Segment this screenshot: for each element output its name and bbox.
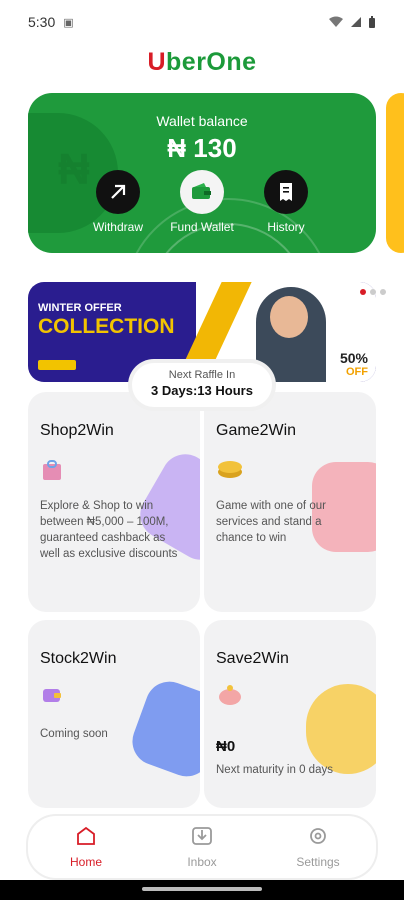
tab-settings[interactable]: Settings [278, 825, 358, 869]
banner-line2: COLLECTION [38, 315, 175, 338]
money-bag-decoration [306, 684, 376, 774]
raffle-countdown: Next Raffle In 3 Days:13 Hours [132, 363, 272, 407]
tab-label: Settings [296, 855, 340, 869]
tile-description: Next maturity in 0 days [216, 764, 333, 776]
tab-label: Inbox [187, 855, 217, 869]
fund-wallet-label: Fund Wallet [170, 220, 234, 234]
save2win-card[interactable]: Save2Win ₦0 Next maturity in 0 days [204, 620, 376, 808]
banner-percent: 50% [339, 350, 368, 366]
signal-icon [351, 17, 361, 27]
tile-title: Save2Win [216, 650, 289, 667]
shopping-bag-icon [40, 456, 64, 488]
withdraw-label: Withdraw [92, 220, 143, 234]
stock2win-card[interactable]: Stock2Win Coming soon [28, 620, 200, 808]
history-button[interactable]: History [246, 170, 326, 234]
arrow-up-right-icon [96, 170, 140, 214]
fund-wallet-button[interactable]: Fund Wallet [162, 170, 242, 234]
banner-line1: WINTER OFFER [38, 302, 122, 314]
logo-letter: U [147, 48, 167, 76]
banner-off: OFF [346, 366, 368, 378]
tab-inbox[interactable]: Inbox [162, 825, 242, 869]
shop2win-card[interactable]: Shop2Win Explore & Shop to win between ₦… [28, 392, 200, 612]
wallet-card: ₦ Wallet balance ₦ 130 Withdraw Fund Wal… [28, 93, 376, 253]
tile-title: Game2Win [216, 422, 297, 439]
tab-label: Home [69, 855, 102, 869]
bottom-tab-bar: Home Inbox Settings [28, 816, 376, 878]
battery-icon [369, 15, 375, 28]
next-card-peek[interactable] [386, 93, 404, 253]
piggy-bank-icon [216, 684, 244, 714]
home-icon [46, 825, 126, 853]
tile-title: Shop2Win [40, 422, 114, 439]
wallet-icon [180, 170, 224, 214]
receipt-icon [264, 170, 308, 214]
wallet-balance-amount: ₦ 130 [167, 133, 237, 163]
raffle-label: Next Raffle In [168, 369, 236, 381]
history-label: History [267, 220, 305, 234]
carousel-dot[interactable] [380, 289, 386, 295]
wallet-balance-label: Wallet balance [156, 113, 248, 129]
tab-home[interactable]: Home [46, 825, 126, 869]
carousel-indicator[interactable] [360, 289, 386, 295]
tile-description: Game with one of our services and stand … [216, 500, 326, 544]
banner-shop-button [38, 360, 76, 370]
settings-icon [278, 825, 358, 853]
inbox-icon [162, 825, 242, 853]
withdraw-button[interactable]: Withdraw [78, 170, 158, 234]
system-navigation-bar [0, 880, 404, 900]
notification-icon: ▣ [63, 16, 74, 29]
wifi-icon [329, 16, 343, 27]
status-bar: 5:30 ▣ [0, 0, 404, 34]
game2win-card[interactable]: Game2Win Game with one of our services a… [204, 392, 376, 612]
coin-icon [216, 456, 244, 486]
logo-text: berOne [166, 48, 257, 76]
tile-description: Coming soon [40, 728, 108, 740]
status-time: 5:30 [28, 14, 56, 30]
wallet-purple-icon [40, 684, 64, 712]
save-balance: ₦0 [216, 738, 236, 755]
carousel-dot[interactable] [370, 289, 376, 295]
home-gesture-handle[interactable] [142, 887, 262, 891]
tile-title: Stock2Win [40, 650, 117, 667]
banner-person-face [270, 296, 308, 338]
raffle-time: 3 Days:13 Hours [151, 383, 253, 398]
app-logo: UberOne [0, 48, 404, 77]
carousel-dot[interactable] [360, 289, 366, 295]
tile-description: Explore & Shop to win between ₦5,000 – 1… [40, 500, 178, 560]
